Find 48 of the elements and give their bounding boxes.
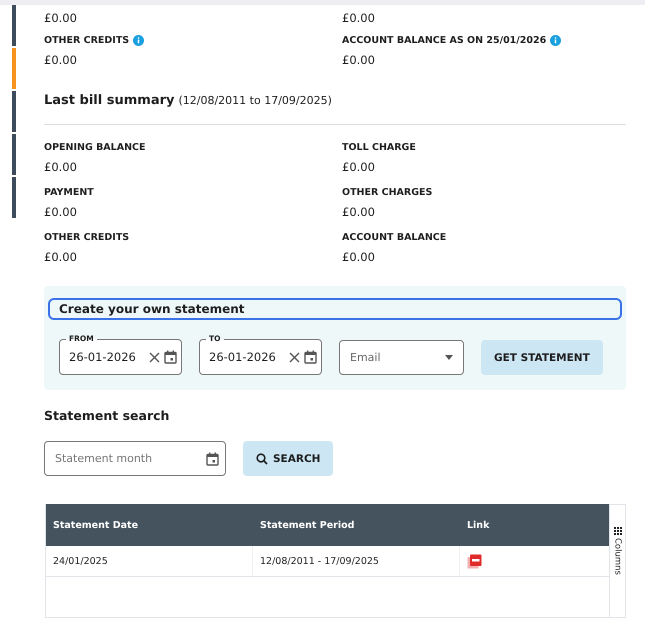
side-tab-marker[interactable] (12, 48, 16, 89)
column-header[interactable]: Link (460, 520, 609, 530)
amount-value: £0.00 (342, 53, 376, 67)
amount-value: £0.00 (342, 11, 376, 25)
calendar-icon[interactable] (304, 350, 317, 364)
section-title: Statement search (44, 408, 170, 423)
calendar-icon[interactable] (206, 452, 219, 466)
panel-title: Create your own statement (48, 298, 622, 320)
info-icon[interactable] (133, 35, 144, 46)
field-label: OTHER CHARGES (342, 187, 434, 198)
get-statement-button[interactable]: GET STATEMENT (481, 340, 603, 375)
month-field[interactable]: Statement month (44, 441, 226, 476)
search-icon (256, 452, 268, 464)
amount-value: £0.00 (44, 205, 78, 219)
table-cell: 24/01/2025 (46, 546, 253, 576)
pdf-icon[interactable] (467, 554, 482, 568)
clear-icon[interactable] (289, 352, 300, 362)
column-header[interactable]: Statement Date (46, 520, 253, 530)
columns-panel-tab[interactable]: Columns (610, 504, 626, 618)
field-label: OTHER CREDITS (44, 232, 130, 243)
amount-value: £0.00 (342, 205, 376, 219)
delivery-dropdown[interactable]: Email (339, 340, 464, 375)
side-tab-marker[interactable] (12, 134, 16, 175)
column-header[interactable]: Statement Period (253, 520, 460, 530)
side-tab-marker[interactable] (12, 5, 16, 46)
clear-icon[interactable] (149, 352, 160, 362)
amount-value: £0.00 (44, 53, 78, 67)
field-label: TOLL CHARGE (342, 142, 417, 153)
side-tab-marker[interactable] (12, 177, 16, 218)
caret-icon (445, 355, 453, 360)
amount-value: £0.00 (342, 160, 376, 174)
amount-value: £0.00 (44, 250, 78, 264)
table-cell: 12/08/2011 - 17/09/2025 (253, 546, 460, 576)
field-label: ACCOUNT BALANCE (342, 232, 448, 243)
field-label: ACCOUNT BALANCE AS ON 25/01/2026 (342, 35, 546, 46)
info-icon[interactable] (550, 35, 562, 46)
field-label: OTHER CREDITS (44, 35, 130, 46)
calendar-icon[interactable] (164, 350, 177, 364)
amount-value: £0.00 (342, 250, 376, 264)
search-button[interactable]: SEARCH (243, 441, 334, 476)
amount-value: £0.00 (44, 160, 78, 174)
field-label: PAYMENT (44, 187, 95, 198)
grid-icon (614, 527, 622, 535)
bill-period: (12/08/2011 to 17/09/2025) (178, 94, 332, 107)
side-tab-marker[interactable] (12, 91, 16, 132)
amount-value: £0.00 (44, 11, 78, 25)
field-label: OPENING BALANCE (44, 142, 146, 153)
section-title: Last bill summary (44, 93, 174, 108)
